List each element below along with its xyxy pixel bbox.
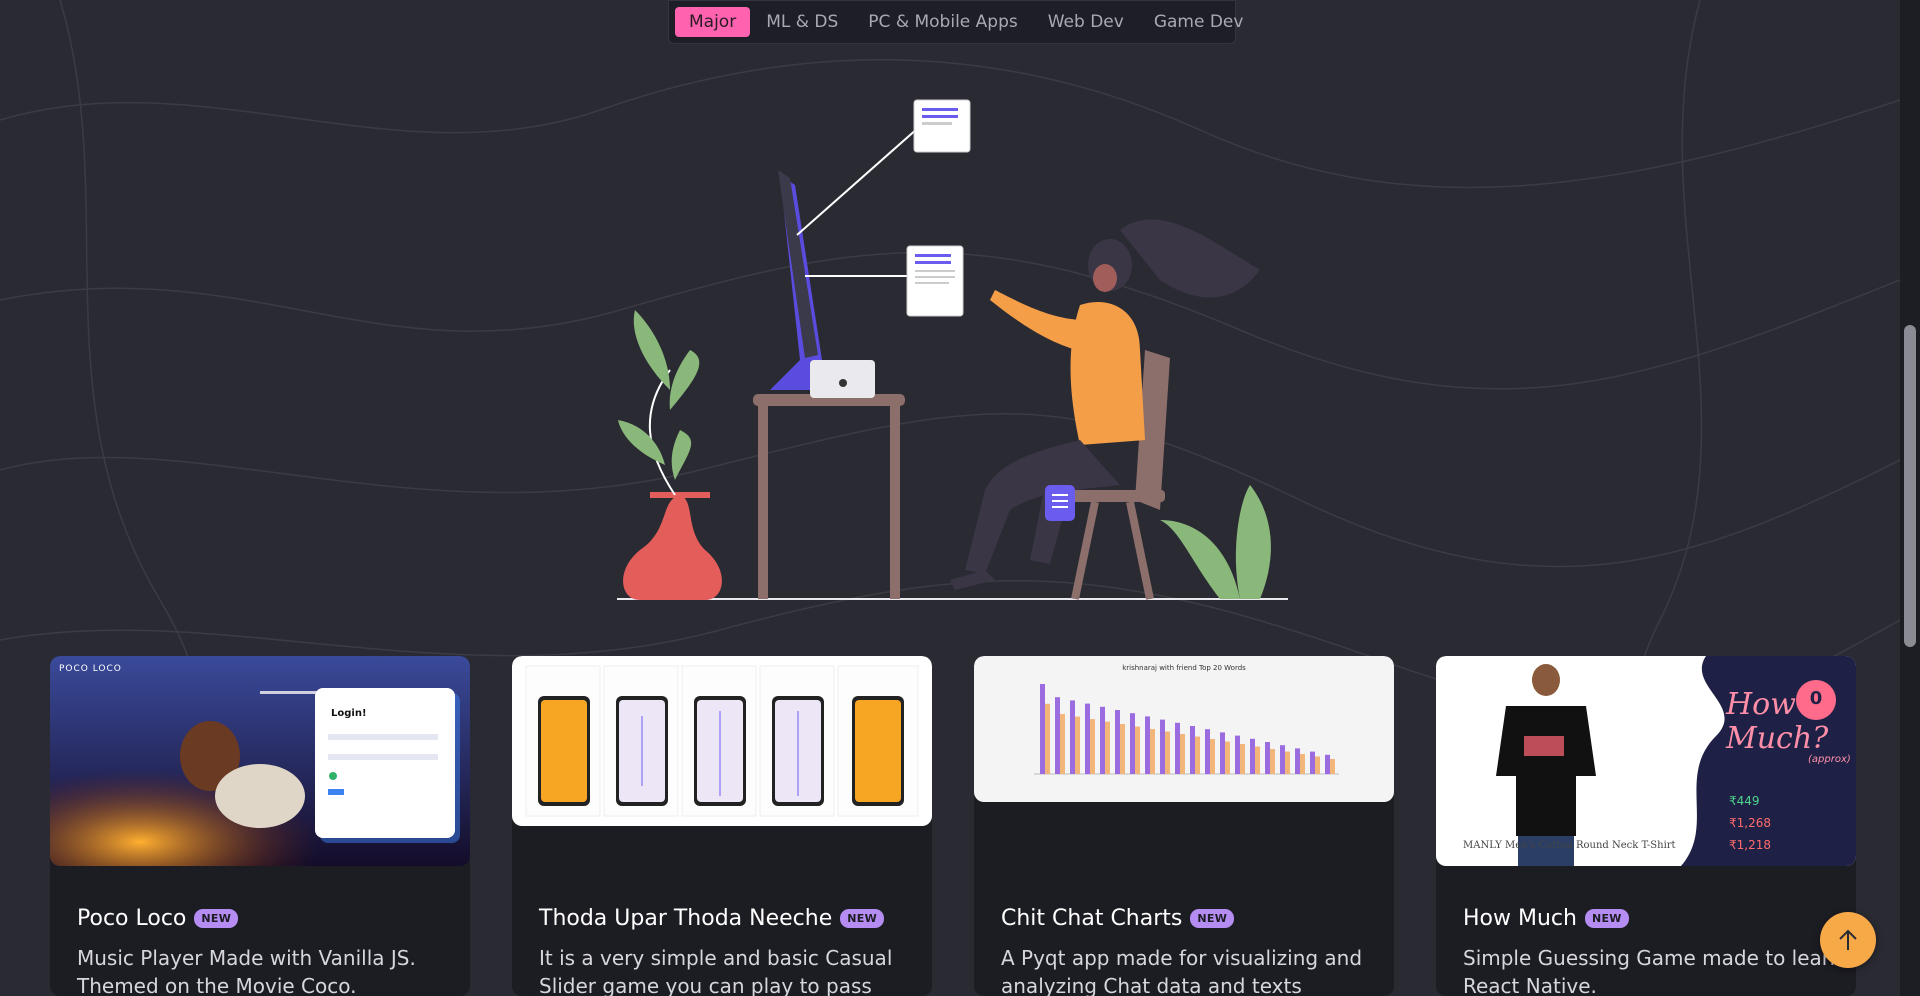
preview-bar (1150, 729, 1155, 774)
how-much-headline: How Much? (1726, 687, 1829, 756)
preview-bar (1330, 759, 1335, 774)
project-title[interactable]: Thoda Upar Thoda Neeche (539, 906, 832, 931)
preview-bar (1175, 722, 1180, 774)
preview-bar (1280, 745, 1285, 774)
preview-bar (1060, 714, 1065, 774)
tab-web-dev[interactable]: Web Dev (1034, 7, 1138, 37)
preview-bar (1220, 732, 1225, 774)
tab-game-dev[interactable]: Game Dev (1140, 7, 1258, 37)
preview-bar (1180, 734, 1185, 774)
project-card-poco-loco[interactable]: POCO LOCO Login! Poco Loco NEW Music Pla… (50, 656, 470, 996)
product-name: MANLY Men's Cotton Round Neck T-Shirt (1463, 840, 1676, 851)
preview-bar (1160, 719, 1165, 774)
preview-bar (1105, 721, 1110, 774)
preview-bar (1040, 684, 1045, 774)
project-title[interactable]: How Much (1463, 906, 1577, 931)
preview-bar (1325, 754, 1330, 774)
category-filter-bar: Major ML & DS PC & Mobile Apps Web Dev G… (668, 0, 1243, 44)
project-card-chit-chat-charts[interactable]: krishnaraj with friend Top 20 Words Chit… (974, 656, 1394, 996)
preview-bar (1295, 748, 1300, 774)
card-title-row: Thoda Upar Thoda Neeche NEW (539, 906, 885, 931)
score-counter: 0 (1809, 688, 1823, 709)
scrollbar-thumb[interactable] (1904, 325, 1916, 647)
preview-bar (1250, 738, 1255, 774)
preview-bar (1115, 710, 1120, 774)
preview-bar (1315, 756, 1320, 774)
preview-bar (1255, 746, 1260, 774)
preview-bar (1090, 719, 1095, 774)
preview-bar (1120, 724, 1125, 774)
new-badge: NEW (194, 909, 239, 928)
preview-bar (1075, 716, 1080, 774)
project-thumbnail (50, 656, 470, 866)
scrollbar-track[interactable] (1900, 0, 1920, 996)
preview-bar (1190, 726, 1195, 774)
scroll-to-top-button[interactable] (1820, 912, 1876, 968)
login-title: Login! (331, 708, 367, 719)
tab-pc-mobile-apps[interactable]: PC & Mobile Apps (854, 7, 1031, 37)
new-badge: NEW (1584, 909, 1629, 928)
card-title-row: Chit Chat Charts NEW (1001, 906, 1235, 931)
new-badge: NEW (840, 909, 885, 928)
preview-bar (1205, 729, 1210, 774)
preview-bar (1085, 703, 1090, 774)
price-option-3: ₹1,218 (1729, 838, 1771, 852)
project-title[interactable]: Chit Chat Charts (1001, 906, 1182, 931)
project-thumbnail (512, 656, 932, 826)
developer-illustration (617, 99, 1288, 600)
project-thumbnail: krishnaraj with friend Top 20 Words (974, 656, 1394, 802)
project-description: Music Player Made with Vanilla JS. Theme… (77, 946, 416, 996)
preview-bar (1235, 735, 1240, 774)
preview-bar (1045, 703, 1050, 774)
preview-bar (1135, 726, 1140, 774)
price-option-1: ₹449 (1729, 794, 1760, 808)
preview-bar (1300, 754, 1305, 774)
preview-bar (1225, 741, 1230, 774)
chart-preview-title: krishnaraj with friend Top 20 Words (1122, 664, 1246, 672)
chat-chart-preview (1034, 684, 1339, 775)
preview-bar (1285, 751, 1290, 774)
tab-ml-ds[interactable]: ML & DS (752, 7, 852, 37)
slider-game-preview (525, 665, 919, 817)
card-title-row: Poco Loco NEW (77, 906, 239, 931)
price-option-2: ₹1,268 (1729, 816, 1771, 830)
preview-bar (1055, 697, 1060, 774)
preview-bar (1310, 751, 1315, 774)
project-description: A Pyqt app made for visualizing and anal… (1001, 946, 1363, 996)
preview-bar (1195, 736, 1200, 774)
preview-bar (1100, 706, 1105, 774)
project-card-thoda-upar[interactable]: Thoda Upar Thoda Neeche NEW It is a very… (512, 656, 932, 996)
arrow-up-icon (1839, 929, 1857, 950)
project-description: Simple Guessing Game made to learn React… (1463, 946, 1843, 996)
card-title-row: How Much NEW (1463, 906, 1629, 931)
poco-loco-preview (50, 656, 470, 866)
tab-major[interactable]: Major (675, 7, 751, 37)
approx-label: (approx) (1808, 754, 1851, 765)
preview-bar (1265, 742, 1270, 774)
preview-bar (1070, 700, 1075, 774)
preview-bar (1270, 749, 1275, 774)
project-card-how-much[interactable]: 0 How Much? (approx) ₹449 ₹1,268 ₹1,218 … (1436, 656, 1856, 996)
preview-bar (1240, 744, 1245, 774)
new-badge: NEW (1190, 909, 1235, 928)
project-title[interactable]: Poco Loco (77, 906, 186, 931)
preview-bar (1210, 739, 1215, 774)
poco-loco-logo: POCO LOCO (59, 664, 122, 674)
project-description: It is a very simple and basic Casual Sli… (539, 946, 893, 996)
preview-bar (1145, 716, 1150, 774)
preview-bar (1130, 713, 1135, 774)
preview-bar (1165, 731, 1170, 774)
